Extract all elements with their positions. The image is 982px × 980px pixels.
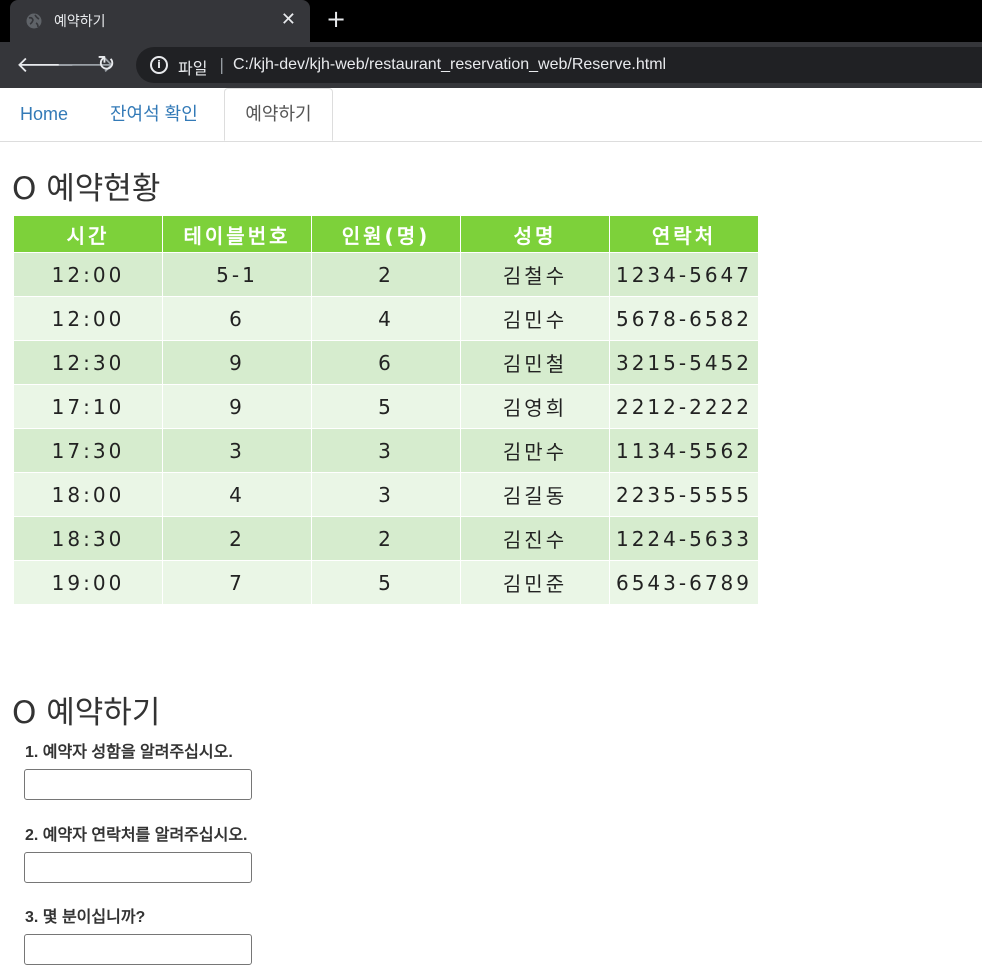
cell-table-number: 9 (162, 340, 312, 385)
cell-time: 17:10 (13, 384, 163, 429)
reservation-table: 시간 테이블번호 인원(명) 성명 연락처 12:00 5-1 2 김철수 1234-5… (13, 215, 759, 605)
contact-input[interactable] (24, 852, 252, 883)
cell-party-size: 3 (311, 428, 461, 473)
cell-name: 김민준 (460, 560, 610, 605)
cell-name: 김민수 (460, 296, 610, 341)
cell-time: 18:00 (13, 472, 163, 517)
cell-table-number: 4 (162, 472, 312, 517)
name-input[interactable] (24, 769, 252, 800)
cell-time: 17:30 (13, 428, 163, 473)
nav-home[interactable]: Home (20, 88, 68, 141)
cell-table-number: 7 (162, 560, 312, 605)
cell-time: 12:00 (13, 296, 163, 341)
cell-table-number: 9 (162, 384, 312, 429)
table-row: 17:10 9 5 김영희 2212-2222 (13, 384, 759, 429)
table-row: 17:30 3 3 김만수 1134-5562 (13, 428, 759, 473)
col-header-party-size: 인원(명) (311, 215, 461, 253)
cell-name: 김길동 (460, 472, 610, 517)
table-row: 12:00 6 4 김민수 5678-6582 (13, 296, 759, 341)
address-bar[interactable]: i 파일 | C:/kjh-dev/kjh-web/restaurant_res… (136, 47, 982, 83)
reserve-heading: O 예약하기 (12, 695, 161, 731)
question-contact-label: 2. 예약자 연락처를 알려주십시오. (25, 827, 248, 844)
globe-icon (26, 13, 42, 29)
cell-party-size: 4 (311, 296, 461, 341)
cell-table-number: 3 (162, 428, 312, 473)
col-header-name: 성명 (460, 215, 610, 253)
info-icon[interactable]: i (150, 56, 168, 74)
scheme-label: 파일 (178, 59, 208, 78)
cell-party-size: 3 (311, 472, 461, 517)
cell-table-number: 2 (162, 516, 312, 561)
cell-name: 김진수 (460, 516, 610, 561)
cell-contact: 1224-5633 (609, 516, 759, 561)
separator: | (219, 55, 225, 74)
cell-party-size: 2 (311, 252, 461, 297)
cell-party-size: 2 (311, 516, 461, 561)
browser-tab[interactable]: 예약하기 ✕ (10, 0, 310, 42)
tab-title: 예약하기 (54, 14, 106, 30)
nav-remaining-seats[interactable]: 잔여석 확인 (110, 88, 198, 141)
cell-name: 김영희 (460, 384, 610, 429)
cell-name: 김철수 (460, 252, 610, 297)
table-row: 19:00 7 5 김민준 6543-6789 (13, 560, 759, 605)
cell-time: 12:30 (13, 340, 163, 385)
url-text[interactable]: C:/kjh-dev/kjh-web/restaurant_reservatio… (233, 56, 666, 74)
cell-table-number: 5-1 (162, 252, 312, 297)
cell-contact: 5678-6582 (609, 296, 759, 341)
col-header-time: 시간 (13, 215, 163, 253)
cell-contact: 2235-5555 (609, 472, 759, 517)
col-header-table-number: 테이블번호 (162, 215, 312, 253)
cell-contact: 6543-6789 (609, 560, 759, 605)
cell-name: 김민철 (460, 340, 610, 385)
table-row: 12:30 9 6 김민철 3215-5452 (13, 340, 759, 385)
page-nav-tabs: Home 잔여석 확인 예약하기 (0, 88, 982, 142)
cell-contact: 1234-5647 (609, 252, 759, 297)
reload-icon[interactable]: ↻ (97, 52, 115, 77)
close-tab-icon[interactable]: ✕ (281, 9, 296, 30)
cell-table-number: 6 (162, 296, 312, 341)
question-party-size-label: 3. 몇 분이십니까? (25, 909, 146, 926)
nav-reserve[interactable]: 예약하기 (224, 88, 333, 141)
cell-time: 12:00 (13, 252, 163, 297)
cell-party-size: 5 (311, 560, 461, 605)
cell-contact: 3215-5452 (609, 340, 759, 385)
cell-name: 김만수 (460, 428, 610, 473)
table-row: 12:00 5-1 2 김철수 1234-5647 (13, 252, 759, 297)
browser-tab-strip: 예약하기 ✕ + (0, 0, 982, 42)
table-row: 18:00 4 3 김길동 2235-5555 (13, 472, 759, 517)
browser-toolbar: 🡐 🡒 ↻ i 파일 | C:/kjh-dev/kjh-web/restaura… (0, 42, 982, 88)
status-heading: O 예약현황 (12, 171, 161, 207)
cell-time: 18:30 (13, 516, 163, 561)
col-header-contact: 연락처 (609, 215, 759, 253)
question-name-label: 1. 예약자 성함을 알려주십시오. (25, 744, 233, 761)
cell-party-size: 6 (311, 340, 461, 385)
cell-contact: 1134-5562 (609, 428, 759, 473)
cell-party-size: 5 (311, 384, 461, 429)
cell-time: 19:00 (13, 560, 163, 605)
table-header-row: 시간 테이블번호 인원(명) 성명 연락처 (13, 215, 759, 253)
new-tab-icon[interactable]: + (326, 5, 346, 33)
cell-contact: 2212-2222 (609, 384, 759, 429)
table-row: 18:30 2 2 김진수 1224-5633 (13, 516, 759, 561)
party-size-input[interactable] (24, 934, 252, 965)
